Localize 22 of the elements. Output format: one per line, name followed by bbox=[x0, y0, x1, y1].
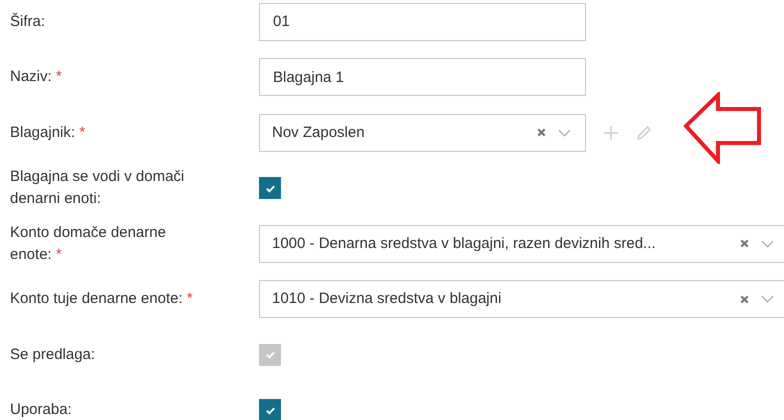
field-label: Blagajnik: * bbox=[10, 124, 86, 141]
field-label: Konto domače denarne enote: * bbox=[10, 224, 166, 263]
clear-icon[interactable] bbox=[740, 239, 749, 248]
text-field[interactable]: Blagajna 1 bbox=[259, 58, 586, 96]
field-label: Uporaba: bbox=[10, 401, 72, 418]
field-label: Konto tuje denarne enote: * bbox=[10, 290, 193, 308]
chevron-down-icon[interactable] bbox=[558, 128, 571, 137]
clear-icon[interactable] bbox=[537, 128, 546, 138]
clear-icon[interactable] bbox=[740, 294, 749, 304]
select-field[interactable]: 1000 - Denarna sredstva v blagajni, razen deviznih sred... bbox=[259, 224, 784, 263]
field-label: Naziv: * bbox=[10, 68, 62, 86]
field-label: Se predlaga: bbox=[10, 346, 96, 363]
chevron-down-icon[interactable] bbox=[761, 240, 774, 248]
check-icon bbox=[264, 349, 276, 360]
text-field[interactable]: 01 bbox=[259, 2, 586, 41]
field-label: Blagajna se vodi v domači denarni enoti: bbox=[10, 168, 184, 208]
chevron-down-icon[interactable] bbox=[761, 295, 774, 304]
checkbox[interactable] bbox=[259, 177, 281, 200]
select-field[interactable]: Nov Zaposlen bbox=[259, 114, 586, 152]
checkbox[interactable] bbox=[259, 399, 281, 420]
select-field[interactable]: 1010 - Devizna sredstva v blagajni bbox=[259, 280, 784, 318]
field-label: Šifra: bbox=[10, 12, 46, 30]
